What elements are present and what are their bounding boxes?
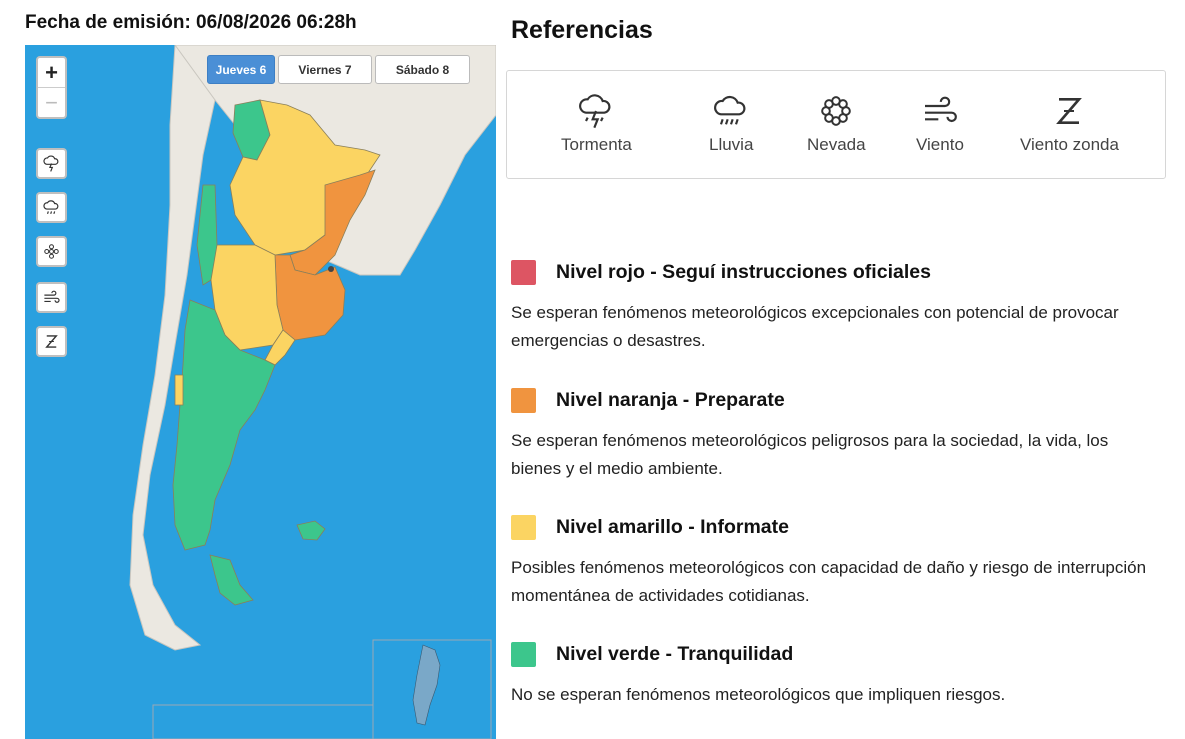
legend-item-rain: Lluvia <box>709 91 753 155</box>
tab-viernes-7[interactable]: Viernes 7 <box>278 55 372 84</box>
level-orange-description: Se esperan fenómenos meteorológicos peli… <box>511 431 1109 478</box>
zoom-out-button[interactable]: − <box>38 87 65 116</box>
level-yellow: Nivel amarillo - Informate Posibles fenó… <box>511 515 1151 610</box>
level-yellow-title: Nivel amarillo - Informate <box>556 516 789 538</box>
layer-wind-button[interactable] <box>36 282 67 313</box>
snow-icon <box>821 96 852 126</box>
map-canvas[interactable] <box>25 45 496 739</box>
region-green-tierra-del-fuego <box>209 554 254 606</box>
level-orange: Nivel naranja - Preparate Se esperan fen… <box>511 388 1151 483</box>
layer-storm-button[interactable] <box>36 148 67 179</box>
layer-rain-button[interactable] <box>36 192 67 223</box>
phenomena-legend: Tormenta Lluvia Nevada Viento Viento zon… <box>506 70 1166 179</box>
layer-snow-button[interactable] <box>36 236 67 267</box>
legend-label-storm: Tormenta <box>561 135 632 154</box>
level-green-title: Nivel verde - Tranquilidad <box>556 643 794 665</box>
tab-jueves-6[interactable]: Jueves 6 <box>207 55 275 84</box>
legend-item-storm: Tormenta <box>561 91 632 155</box>
day-tabs: Jueves 6 Viernes 7 Sábado 8 <box>207 55 470 84</box>
storm-icon <box>43 155 59 172</box>
level-red: Nivel rojo - Seguí instrucciones oficial… <box>511 260 1151 355</box>
legend-label-snow: Nevada <box>807 135 866 154</box>
antarctica-inset-frame <box>152 704 374 739</box>
legend-label-wind: Viento <box>916 135 964 154</box>
level-yellow-description: Posibles fenómenos meteorológicos con ca… <box>511 558 1147 605</box>
inset-argentina-silhouette <box>412 644 441 726</box>
issue-date: Fecha de emisión: 06/08/2026 06:28h <box>25 12 357 33</box>
region-yellow-andes-south <box>174 374 184 406</box>
zoom-control: + − <box>36 56 67 119</box>
rain-icon <box>714 95 746 125</box>
legend-label-zonda-wind: Viento zonda <box>1020 135 1119 154</box>
snow-icon <box>44 244 59 259</box>
wind-icon <box>924 96 957 123</box>
alert-map[interactable]: + − Jueves 6 Viernes 7 Sábado 8 <box>25 45 496 739</box>
zonda-wind-icon <box>45 335 58 348</box>
storm-icon <box>579 94 611 129</box>
city-marker <box>328 266 334 272</box>
rain-icon <box>43 200 59 215</box>
level-orange-title: Nivel naranja - Preparate <box>556 389 785 411</box>
layer-zonda-wind-button[interactable] <box>36 326 67 357</box>
legend-item-zonda-wind: Viento zonda <box>1020 91 1119 155</box>
legend-label-rain: Lluvia <box>709 135 754 154</box>
level-orange-swatch <box>511 388 536 413</box>
malvinas-islands <box>296 520 326 541</box>
level-green: Nivel verde - Tranquilidad No se esperan… <box>511 642 1151 709</box>
legend-item-snow: Nevada <box>807 91 866 155</box>
tab-sabado-8[interactable]: Sábado 8 <box>375 55 470 84</box>
legend-item-wind: Viento <box>916 91 964 155</box>
zoom-in-button[interactable]: + <box>38 58 65 87</box>
wind-icon <box>44 290 60 303</box>
level-red-swatch <box>511 260 536 285</box>
level-red-description: Se esperan fenómenos meteorológicos exce… <box>511 303 1119 350</box>
level-red-title: Nivel rojo - Seguí instrucciones oficial… <box>556 261 931 283</box>
level-green-swatch <box>511 642 536 667</box>
level-yellow-swatch <box>511 515 536 540</box>
references-title: Referencias <box>511 16 653 44</box>
level-green-description: No se esperan fenómenos meteorológicos q… <box>511 685 1006 704</box>
zonda-wind-icon <box>1056 98 1083 124</box>
